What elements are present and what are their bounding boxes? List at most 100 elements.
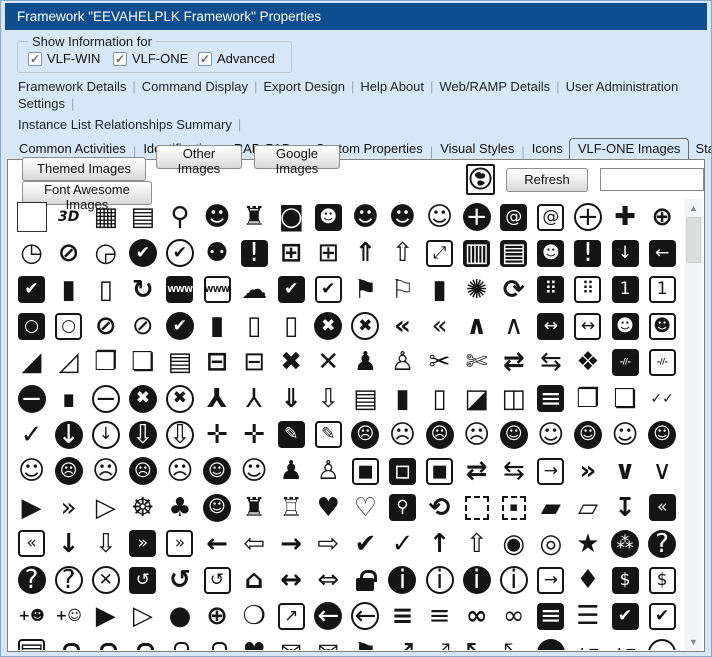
icon-edit-pencil-box-solid[interactable]: ✎ bbox=[273, 417, 310, 453]
icon-sort-amount-up-solid[interactable]: ⇑ bbox=[347, 235, 384, 271]
icon-browser-topbar-outline[interactable]: ⊟ bbox=[236, 344, 273, 380]
icon-business-person-outline[interactable]: ♙ bbox=[384, 344, 421, 380]
icon-face-confused-outline[interactable]: ☹ bbox=[458, 417, 495, 453]
icon-arrow-up-outline[interactable]: ⇧ bbox=[458, 526, 495, 562]
icon-face-neutral-solid[interactable]: ☹ bbox=[124, 453, 161, 489]
icon-clipboard-outline[interactable]: ▯ bbox=[273, 308, 310, 344]
icon-factory-solid[interactable]: ♜ bbox=[236, 489, 273, 525]
checkbox-box[interactable]: ✓ bbox=[28, 51, 42, 66]
icon-contact-card-person-outline[interactable]: ☻ bbox=[644, 308, 681, 344]
icon-apps-grid-outline[interactable]: ⊞ bbox=[310, 235, 347, 271]
icon-contact-card-person-solid[interactable]: ☻ bbox=[607, 308, 644, 344]
icon-invoice-dollar-solid[interactable]: $ bbox=[607, 562, 644, 598]
icon-sort-descending-outline[interactable]: ⇩ bbox=[310, 380, 347, 416]
icon-repeat-arrows-solid[interactable]: ⇄ bbox=[495, 344, 532, 380]
icon-face-girl-circle[interactable]: ☺ bbox=[198, 489, 235, 525]
icon-fast-forward-box-solid[interactable]: » bbox=[124, 526, 161, 562]
icon-content-cut-scissors-outline[interactable]: ✄ bbox=[458, 344, 495, 380]
icon-3d-rotation[interactable]: 3D bbox=[50, 199, 87, 235]
checkbox-VLF-WIN[interactable]: ✓ VLF-WIN bbox=[28, 51, 113, 66]
icon-face-love-solid[interactable]: ☺ bbox=[644, 417, 681, 453]
icon-flip-to-back-dashed[interactable] bbox=[458, 489, 495, 525]
icon-bookmark-outline[interactable]: ⚐ bbox=[384, 272, 421, 308]
icon-find-in-page[interactable]: ⚲ bbox=[384, 489, 421, 525]
icon-face-smile-solid[interactable]: ☺ bbox=[569, 417, 606, 453]
icon-compare-box-outline[interactable]: ↔ bbox=[569, 308, 606, 344]
icon-exit-to-app-box[interactable]: → bbox=[532, 453, 569, 489]
icon-face-laugh-solid[interactable]: ☺ bbox=[495, 417, 532, 453]
tab-startup[interactable]: Startup bbox=[693, 139, 711, 159]
icon-arrow-left-solid[interactable]: ← bbox=[198, 526, 235, 562]
icon-remove-circle-solid[interactable]: − bbox=[13, 380, 50, 416]
icon-android-robot[interactable]: ⚉ bbox=[198, 235, 235, 271]
refresh-button[interactable]: Refresh bbox=[506, 167, 588, 192]
icon-swap-horiz-outline[interactable]: ⇔ bbox=[310, 562, 347, 598]
icon-add-shopping-cart[interactable]: ✚ bbox=[607, 199, 644, 235]
icon-close-x-outline[interactable]: ✕ bbox=[310, 344, 347, 380]
icon-mail-solid[interactable]: ✉ bbox=[273, 635, 310, 650]
icon-cancel-circle-outline[interactable]: ✖ bbox=[161, 380, 198, 416]
icon-arrow-left-circle-solid[interactable]: ← bbox=[310, 598, 347, 634]
icon-www-box-solid[interactable]: WWW bbox=[161, 272, 198, 308]
icon-help-circle-solid[interactable]: ? bbox=[644, 526, 681, 562]
icon-label-tag-solid[interactable]: ▶ bbox=[87, 598, 124, 634]
checkbox-VLF-ONE[interactable]: ✓ VLF-ONE bbox=[113, 51, 198, 66]
icon-business-person-solid[interactable]: ♟ bbox=[347, 344, 384, 380]
icon-bug-report[interactable]: ✺ bbox=[458, 272, 495, 308]
icon-move-arrows-solid[interactable]: ✛ bbox=[198, 417, 235, 453]
checkbox-Advanced[interactable]: ✓ Advanced bbox=[198, 51, 283, 66]
icon-arrow-down-solid[interactable]: ↓ bbox=[50, 526, 87, 562]
icon-compare-box-solid[interactable]: ↔ bbox=[532, 308, 569, 344]
icon-address-book-outline[interactable]: ▤ bbox=[124, 199, 161, 235]
icon-note-torn-solid[interactable]: ❐ bbox=[87, 344, 124, 380]
icon-face-laugh-outline[interactable]: ☺ bbox=[532, 417, 569, 453]
icon-block-slash-outline[interactable]: ⊘ bbox=[124, 308, 161, 344]
icon-loyalty-tag-heart[interactable]: ♥ bbox=[236, 635, 273, 650]
icon-play-outline[interactable]: ▷ bbox=[87, 489, 124, 525]
icon-accessibility-person[interactable]: ⚲ bbox=[161, 199, 198, 235]
icon-assignment-clipboard[interactable]: ▤ bbox=[495, 235, 532, 271]
icon-assignment-return-left[interactable]: ← bbox=[644, 235, 681, 271]
icon-book-bookmark-solid[interactable]: ▮ bbox=[421, 272, 458, 308]
icon-arrow-left-outline[interactable]: ⇦ bbox=[236, 526, 273, 562]
icon-chevrons-left-outline[interactable]: « bbox=[421, 308, 458, 344]
icon-question-circle-outline[interactable]: ? bbox=[50, 562, 87, 598]
icon-assignment-returned-down[interactable]: ↓ bbox=[607, 235, 644, 271]
icon-find-replace[interactable]: ⟲ bbox=[421, 489, 458, 525]
icon-note-torn-outline[interactable]: ❏ bbox=[124, 344, 161, 380]
tab-vlf-one-images[interactable]: VLF-ONE Images bbox=[568, 138, 690, 160]
icon-group-dots-circle[interactable]: ⁂ bbox=[607, 526, 644, 562]
icon-flip-to-front-dashed[interactable]: ▪ bbox=[495, 489, 532, 525]
icon-edit-pencil-box-outline[interactable]: ✎ bbox=[310, 417, 347, 453]
icon-comment-bubble-solid[interactable]: ● bbox=[161, 598, 198, 634]
link-help-about[interactable]: Help About bbox=[360, 79, 424, 94]
icon-history-box-outline[interactable]: ↺ bbox=[198, 562, 235, 598]
icon-expand-arrows-solid[interactable]: ⤢ bbox=[384, 635, 421, 650]
icon-folder-solid[interactable]: ▰ bbox=[532, 489, 569, 525]
icon-lock-dot-solid[interactable]: • bbox=[124, 635, 161, 650]
icon-person-standing-outline[interactable]: ♙ bbox=[310, 453, 347, 489]
icon-email-at-box-solid[interactable]: @ bbox=[495, 199, 532, 235]
icon-more-ellipsis-circle-solid[interactable]: ⋯ bbox=[532, 635, 569, 650]
icon-user-female-circle[interactable]: ☻ bbox=[347, 199, 384, 235]
icon-info-circle-bold[interactable]: i bbox=[458, 562, 495, 598]
icon-chevrons-right-solid[interactable]: » bbox=[569, 453, 606, 489]
icon-repeat-arrows-outline[interactable]: ⇆ bbox=[532, 344, 569, 380]
icon-calendar-1-outline[interactable]: 1 bbox=[644, 272, 681, 308]
icon-sort-bars-left-solid[interactable]: ≡ bbox=[384, 598, 421, 634]
icon-dock-container-outline[interactable]: ▯ bbox=[421, 380, 458, 416]
icon-explore-compass[interactable]: ☸ bbox=[124, 489, 161, 525]
icon-info-circle-outline[interactable]: i bbox=[421, 562, 458, 598]
icon-favorite-heart-outline[interactable]: ♡ bbox=[347, 489, 384, 525]
checkbox-box[interactable]: ✓ bbox=[198, 51, 212, 66]
icon-remove-circle-outline[interactable]: − bbox=[87, 380, 124, 416]
icon-web-asset-lines[interactable]: ▤ bbox=[161, 344, 198, 380]
icon-check-circle-outline[interactable]: ✔ bbox=[161, 235, 198, 271]
icon-star-solid[interactable]: ★ bbox=[569, 526, 606, 562]
icon-arrow-down-hollow-solid[interactable]: ⇩ bbox=[124, 417, 161, 453]
link-instance-list-relationships-summary[interactable]: Instance List Relationships Summary bbox=[18, 117, 232, 132]
icon-chevrons-right-outline[interactable]: » bbox=[50, 489, 87, 525]
icon-highlight-off-x[interactable]: ✕ bbox=[87, 562, 124, 598]
icon-gps-fixed-target[interactable]: ◉ bbox=[495, 526, 532, 562]
icon-content-cut-scissors-solid[interactable]: ✂ bbox=[421, 344, 458, 380]
